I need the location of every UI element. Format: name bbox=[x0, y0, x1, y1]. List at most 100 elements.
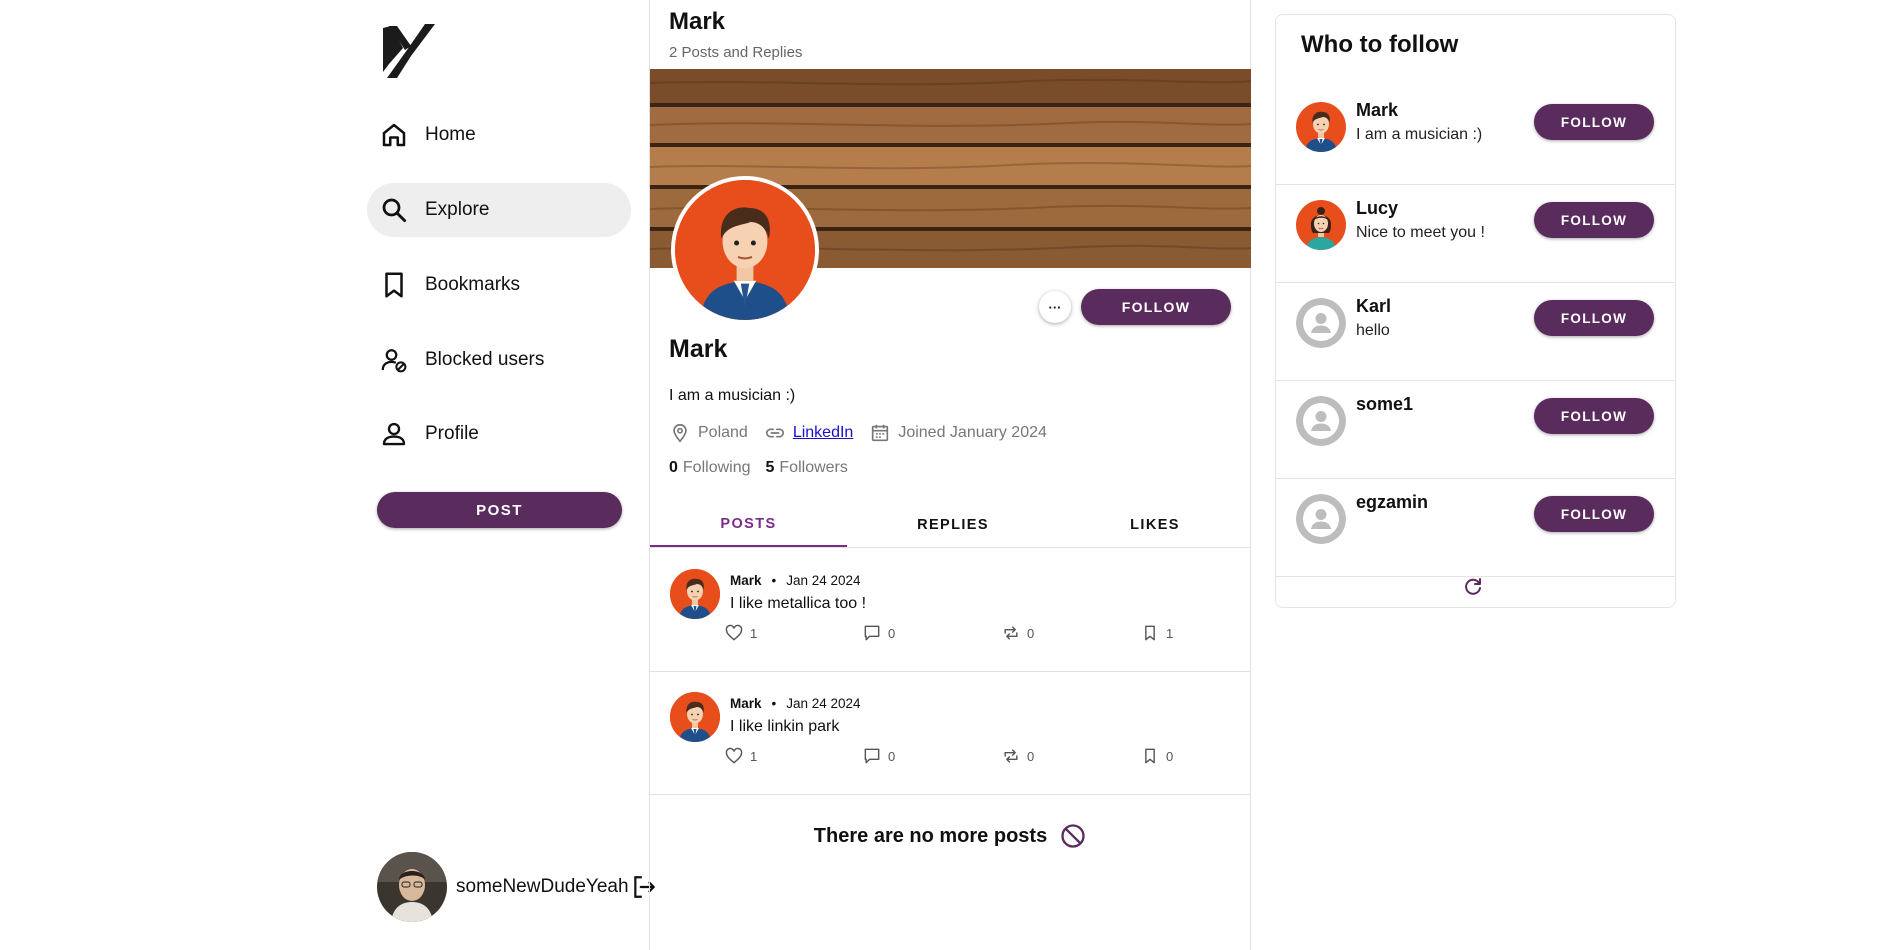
repost-icon bbox=[1004, 749, 1018, 763]
bookmark-count: 0 bbox=[1166, 748, 1174, 764]
comment-icon bbox=[864, 625, 880, 641]
post-item[interactable]: Mark • Jan 24 2024 I like linkin park 1 … bbox=[650, 672, 1251, 795]
refresh-icon[interactable] bbox=[1461, 575, 1485, 599]
post-header: Mark • Jan 24 2024 bbox=[730, 573, 861, 588]
post-actions: 1 0 0 1 bbox=[724, 623, 1194, 647]
nav-home[interactable]: Home bbox=[367, 108, 631, 162]
followers-stat[interactable]: 5 Followers bbox=[766, 459, 848, 477]
link-icon bbox=[765, 428, 784, 438]
following-count: 0 bbox=[669, 459, 678, 476]
post-button[interactable]: POST bbox=[377, 492, 622, 528]
follow-button[interactable]: FOLLOW bbox=[1534, 300, 1654, 336]
repost-button[interactable]: 0 bbox=[1001, 623, 1034, 643]
repost-count: 0 bbox=[1027, 625, 1035, 641]
profile-meta: Poland LinkedIn Joined January 2024 bbox=[669, 422, 1063, 444]
follow-button[interactable]: FOLLOW bbox=[1534, 202, 1654, 238]
like-count: 1 bbox=[750, 748, 758, 764]
comment-count: 0 bbox=[888, 625, 896, 641]
like-button[interactable]: 1 bbox=[724, 746, 757, 766]
suggested-user[interactable]: Karl hello FOLLOW bbox=[1276, 283, 1675, 381]
suggested-user-name[interactable]: Lucy bbox=[1356, 198, 1398, 219]
suggested-user-bio: hello bbox=[1356, 322, 1390, 339]
post-actions: 1 0 0 0 bbox=[724, 746, 1194, 770]
post-text: I like linkin park bbox=[730, 718, 840, 735]
post-author[interactable]: Mark bbox=[730, 696, 762, 711]
comment-button[interactable]: 0 bbox=[862, 746, 895, 766]
bookmark-button[interactable]: 0 bbox=[1140, 746, 1173, 766]
like-button[interactable]: 1 bbox=[724, 623, 757, 643]
tab-replies[interactable]: REPLIES bbox=[847, 503, 1059, 547]
suggested-user-name[interactable]: egzamin bbox=[1356, 492, 1428, 513]
suggested-user-name[interactable]: some1 bbox=[1356, 394, 1413, 415]
post-author-avatar[interactable] bbox=[670, 569, 720, 619]
profile-bio: I am a musician :) bbox=[669, 387, 796, 404]
follow-button[interactable]: FOLLOW bbox=[1534, 496, 1654, 532]
post-author[interactable]: Mark bbox=[730, 573, 762, 588]
no-more-posts-text: There are no more posts bbox=[813, 824, 1048, 847]
heart-icon bbox=[725, 747, 743, 764]
nav-bookmarks-label: Bookmarks bbox=[425, 274, 521, 295]
suggested-user-avatar[interactable] bbox=[1296, 102, 1346, 152]
profile-avatar[interactable] bbox=[671, 176, 819, 324]
no-more-posts: There are no more posts bbox=[650, 822, 1251, 850]
app-root: Home Explore Bookmarks Blocked users Pro… bbox=[0, 0, 1902, 950]
like-count: 1 bbox=[750, 625, 758, 641]
calendar-icon bbox=[872, 424, 889, 442]
repost-icon bbox=[1004, 626, 1018, 640]
bookmark-count: 1 bbox=[1166, 625, 1174, 641]
follow-button[interactable]: FOLLOW bbox=[1081, 289, 1231, 325]
app-logo[interactable] bbox=[381, 20, 437, 78]
separator-dot: • bbox=[771, 696, 777, 711]
followers-count: 5 bbox=[765, 459, 775, 476]
person-icon bbox=[382, 422, 406, 446]
bookmark-icon bbox=[1145, 748, 1155, 764]
suggested-user-bio: Nice to meet you ! bbox=[1356, 224, 1485, 241]
repost-button[interactable]: 0 bbox=[1001, 746, 1034, 766]
post-item[interactable]: Mark • Jan 24 2024 I like metallica too … bbox=[650, 549, 1251, 672]
current-user[interactable]: someNewDudeYeah bbox=[377, 852, 657, 922]
suggested-user-bio: I am a musician :) bbox=[1356, 126, 1483, 143]
suggested-user-avatar[interactable] bbox=[1296, 200, 1346, 250]
heart-icon bbox=[725, 624, 743, 641]
separator-dot: • bbox=[771, 573, 777, 588]
current-user-avatar bbox=[377, 852, 447, 922]
nav-profile[interactable]: Profile bbox=[367, 407, 631, 461]
profile-location-text: Poland bbox=[698, 424, 748, 441]
header-name: Mark bbox=[669, 8, 726, 35]
profile-location: Poland bbox=[669, 422, 748, 444]
suggested-user[interactable]: some1 FOLLOW bbox=[1276, 381, 1675, 479]
post-text: I like metallica too ! bbox=[730, 595, 867, 612]
block-icon bbox=[1061, 824, 1085, 848]
suggested-user-avatar[interactable] bbox=[1296, 494, 1346, 544]
linkedin-link[interactable]: LinkedIn bbox=[793, 424, 854, 442]
bookmark-button[interactable]: 1 bbox=[1140, 623, 1173, 643]
suggested-user[interactable]: Mark I am a musician :) FOLLOW bbox=[1276, 87, 1675, 185]
home-icon bbox=[382, 123, 406, 147]
suggested-user-avatar[interactable] bbox=[1296, 298, 1346, 348]
current-user-name: someNewDudeYeah bbox=[456, 876, 629, 897]
following-stat[interactable]: 0 Following bbox=[669, 459, 751, 477]
who-to-follow-panel: Who to follow Mark I am a musician :) FO… bbox=[1275, 14, 1676, 608]
search-icon bbox=[382, 198, 407, 223]
nav-blocked-users[interactable]: Blocked users bbox=[367, 333, 631, 387]
suggested-user[interactable]: egzamin FOLLOW bbox=[1276, 479, 1675, 577]
more-options-button[interactable]: ··· bbox=[1039, 291, 1071, 323]
nav-blocked-users-label: Blocked users bbox=[425, 349, 545, 370]
follow-button[interactable]: FOLLOW bbox=[1534, 104, 1654, 140]
profile-joined: Joined January 2024 bbox=[869, 422, 1047, 444]
profile-tabs: POSTS REPLIES LIKES bbox=[650, 503, 1251, 548]
suggested-user-avatar[interactable] bbox=[1296, 396, 1346, 446]
suggested-user-name[interactable]: Karl bbox=[1356, 296, 1391, 317]
nav-explore[interactable]: Explore bbox=[367, 183, 631, 237]
comment-button[interactable]: 0 bbox=[862, 623, 895, 643]
suggested-user[interactable]: Lucy Nice to meet you ! FOLLOW bbox=[1276, 185, 1675, 283]
suggested-user-name[interactable]: Mark bbox=[1356, 100, 1398, 121]
tab-posts[interactable]: POSTS bbox=[650, 503, 847, 547]
post-date: Jan 24 2024 bbox=[786, 696, 861, 711]
header-post-count: 2 Posts and Replies bbox=[669, 44, 803, 61]
nav-bookmarks[interactable]: Bookmarks bbox=[367, 258, 631, 312]
tab-likes[interactable]: LIKES bbox=[1059, 503, 1251, 547]
post-author-avatar[interactable] bbox=[670, 692, 720, 742]
followers-label: Followers bbox=[779, 459, 848, 476]
follow-button[interactable]: FOLLOW bbox=[1534, 398, 1654, 434]
